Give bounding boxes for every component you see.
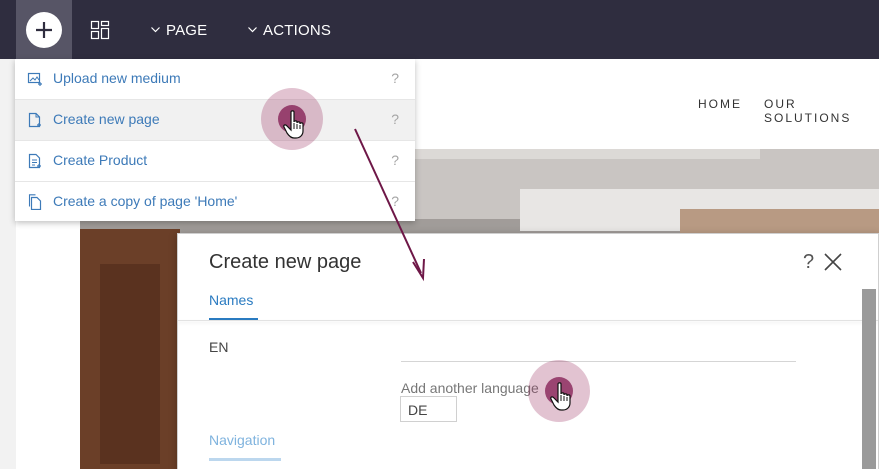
hero-door-panel: [100, 264, 160, 464]
help-icon[interactable]: ?: [391, 70, 399, 86]
plus-icon: [36, 22, 52, 38]
navigation-tab-indicator: [209, 458, 281, 461]
dialog-title: Create new page: [209, 251, 362, 273]
menu-item-label: Create a copy of page 'Home': [53, 193, 238, 209]
language-label-en: EN: [209, 339, 229, 355]
menu-item-label: Create Product: [53, 152, 148, 168]
menu-item-label: Create new page: [53, 111, 160, 127]
page-menu-label: PAGE: [166, 21, 208, 39]
help-icon[interactable]: ?: [391, 193, 399, 209]
actions-menu-label: ACTIONS: [263, 21, 332, 39]
menu-item-label: Upload new medium: [53, 70, 181, 86]
copy-page-icon: [28, 194, 42, 210]
page-menu[interactable]: PAGE: [151, 20, 207, 40]
dialog-help-icon[interactable]: ?: [803, 251, 814, 274]
hand-pointer-icon: [283, 110, 304, 139]
help-icon[interactable]: ?: [391, 152, 399, 168]
site-nav-our-solutions[interactable]: OUR SOLUTIONS: [764, 97, 879, 125]
site-nav-home[interactable]: HOME: [698, 97, 742, 111]
site-left-margin: [0, 59, 16, 469]
add-button-container[interactable]: [16, 0, 72, 59]
page-name-en-input[interactable]: [401, 338, 796, 362]
menu-item-upload-medium[interactable]: Upload new medium ?: [15, 59, 415, 100]
menu-item-copy-page[interactable]: Create a copy of page 'Home' ?: [15, 182, 415, 222]
actions-menu[interactable]: ACTIONS: [248, 20, 331, 40]
hero-beam: [380, 149, 760, 159]
grid-icon[interactable]: [90, 20, 110, 40]
tab-names[interactable]: Names: [209, 292, 253, 308]
add-dropdown-menu: Upload new medium ? Create new page ? Cr…: [15, 59, 415, 221]
dialog-scrollbar[interactable]: [862, 289, 876, 469]
upload-image-icon: [27, 72, 42, 86]
menu-item-create-page[interactable]: Create new page ?: [15, 100, 415, 141]
create-page-dialog: Create new page ? Names EN Add another l…: [177, 233, 879, 469]
close-icon[interactable]: [823, 252, 843, 272]
tab-divider: [178, 320, 878, 321]
screenshot: HOME OUR SOLUTIONS PAGE ACTIONS Upload n…: [0, 0, 879, 469]
product-page-icon: [28, 153, 41, 169]
click-marker: [261, 88, 323, 150]
chevron-down-icon: [151, 27, 160, 33]
add-button[interactable]: [26, 12, 62, 48]
language-select[interactable]: DE: [400, 396, 457, 422]
top-toolbar: PAGE ACTIONS: [0, 0, 879, 59]
new-page-icon: [28, 112, 41, 128]
hand-pointer-icon: [550, 382, 571, 411]
tab-navigation[interactable]: Navigation: [209, 432, 275, 448]
help-icon[interactable]: ?: [391, 111, 399, 127]
menu-item-create-product[interactable]: Create Product ?: [15, 141, 415, 182]
add-language-label: Add another language: [401, 380, 539, 396]
click-marker: [528, 360, 590, 422]
chevron-down-icon: [248, 27, 257, 33]
